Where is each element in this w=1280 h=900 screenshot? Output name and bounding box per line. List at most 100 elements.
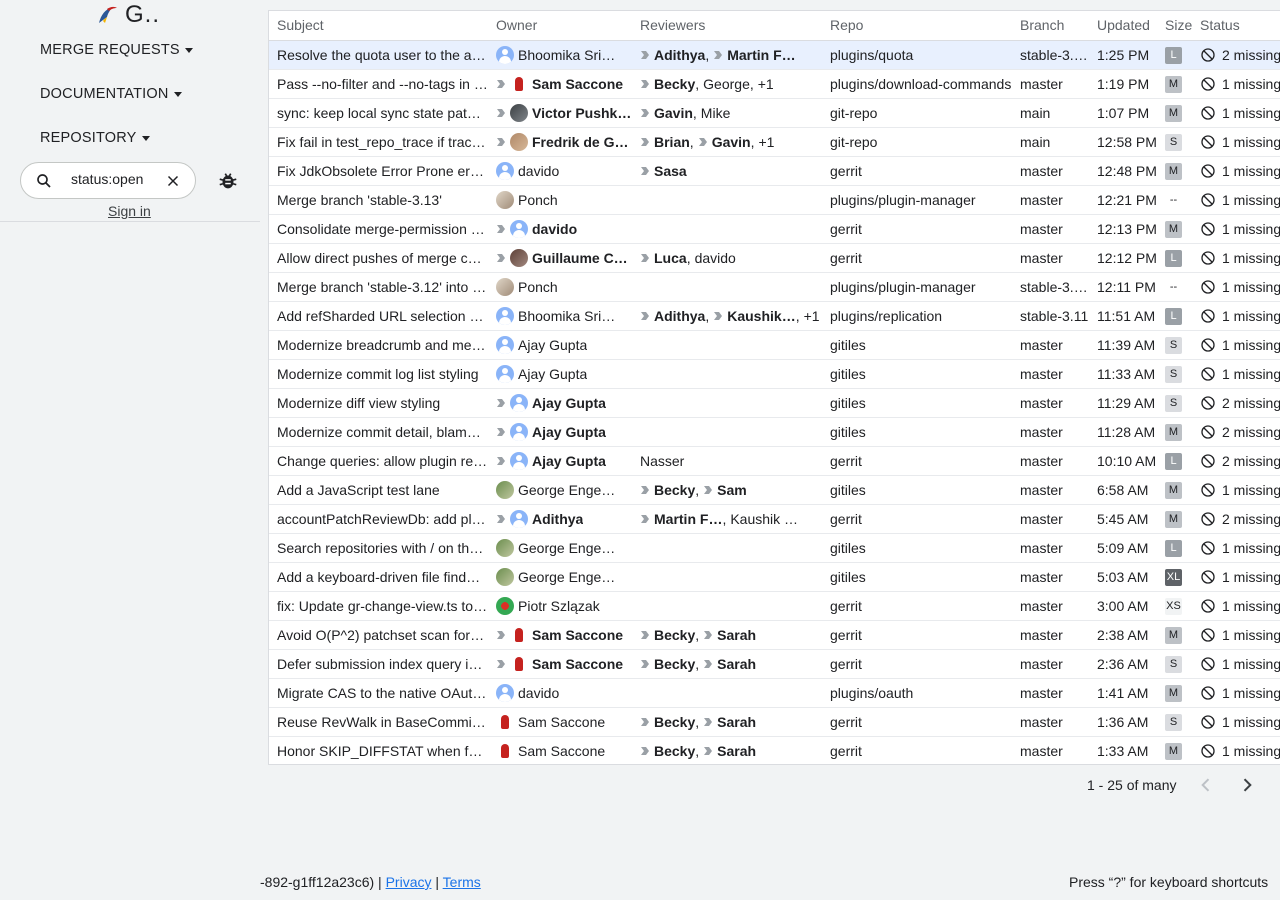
table-row[interactable]: Consolidate merge-permission … davido gerr… (269, 214, 1280, 244)
repo-cell[interactable]: gerrit (822, 446, 1012, 476)
table-row[interactable]: Merge branch 'stable-3.13' Ponch plugins/p… (269, 185, 1280, 215)
table-row[interactable]: Merge branch 'stable-3.12' into … Ponch pl… (269, 272, 1280, 302)
branch-cell[interactable]: main (1012, 98, 1089, 128)
table-row[interactable]: Add refSharded URL selection … Bhoomika S… (269, 301, 1280, 331)
reviewers-cell[interactable]: Becky, George, +1 (632, 69, 822, 99)
subject-cell[interactable]: Reuse RevWalk in BaseCommi… (269, 707, 488, 737)
branch-cell[interactable]: master (1012, 736, 1089, 764)
reviewers-cell[interactable] (632, 214, 822, 244)
repo-cell[interactable]: gerrit (822, 649, 1012, 679)
reviewers-cell[interactable] (632, 417, 822, 447)
search-input[interactable] (71, 171, 161, 187)
owner-cell[interactable]: Sam Saccone (488, 69, 632, 99)
reviewers-cell[interactable]: Nasser (632, 446, 822, 476)
owner-cell[interactable]: Fredrik de G… (488, 127, 632, 157)
branch-cell[interactable]: master (1012, 562, 1089, 592)
reviewer-name[interactable]: Sam (717, 482, 747, 498)
branch-cell[interactable]: master (1012, 330, 1089, 360)
chevron-right-icon[interactable] (1237, 775, 1257, 795)
reviewers-cell[interactable] (632, 185, 822, 215)
table-row[interactable]: Add a keyboard-driven file find… George E… (269, 562, 1280, 592)
reviewers-cell[interactable]: Gavin, Mike (632, 98, 822, 128)
reviewer-name[interactable]: Adithya (654, 47, 705, 63)
owner-cell[interactable]: George Enge… (488, 562, 632, 592)
repo-cell[interactable]: gerrit (822, 707, 1012, 737)
reviewer-name[interactable]: Becky (654, 656, 695, 672)
repo-cell[interactable]: gerrit (822, 156, 1012, 186)
subject-cell[interactable]: Allow direct pushes of merge c… (269, 243, 488, 273)
reviewers-cell[interactable]: Sasa (632, 156, 822, 186)
subject-cell[interactable]: Fix fail in test_repo_trace if trac… (269, 127, 488, 157)
reviewer-name[interactable]: Sarah (717, 743, 756, 759)
branch-cell[interactable]: master (1012, 156, 1089, 186)
repo-cell[interactable]: gerrit (822, 243, 1012, 273)
subject-cell[interactable]: Add a keyboard-driven file find… (269, 562, 488, 592)
table-row[interactable]: Modernize commit log list styling Ajay Gu… (269, 359, 1280, 389)
table-row[interactable]: sync: keep local sync state pat… Victor P… (269, 98, 1280, 128)
table-row[interactable]: accountPatchReviewDb: add pl… Adithya Mart… (269, 504, 1280, 534)
terms-link[interactable]: Terms (443, 874, 481, 890)
owner-cell[interactable]: Ponch (488, 185, 632, 215)
owner-cell[interactable]: Sam Saccone (488, 620, 632, 650)
branch-cell[interactable]: stable-3.13 (1012, 40, 1089, 70)
repo-cell[interactable]: gitiles (822, 388, 1012, 418)
brand[interactable]: G.. (95, 1, 160, 28)
subject-cell[interactable]: Fix JdkObsolete Error Prone er… (269, 156, 488, 186)
table-row[interactable]: Reuse RevWalk in BaseCommi… Sam Saccone Be… (269, 707, 1280, 737)
reviewers-cell[interactable] (632, 359, 822, 389)
branch-cell[interactable]: master (1012, 214, 1089, 244)
reviewers-cell[interactable] (632, 562, 822, 592)
branch-cell[interactable]: master (1012, 591, 1089, 621)
subject-cell[interactable]: Avoid O(P^2) patchset scan for… (269, 620, 488, 650)
branch-cell[interactable]: master (1012, 475, 1089, 505)
table-row[interactable]: Fix JdkObsolete Error Prone er… davido Sas… (269, 156, 1280, 186)
reviewer-name[interactable]: Kaushik … (730, 511, 798, 527)
owner-cell[interactable]: Victor Pushk… (488, 98, 632, 128)
repo-cell[interactable]: git-repo (822, 127, 1012, 157)
repo-cell[interactable]: plugins/replication (822, 301, 1012, 331)
reviewers-cell[interactable] (632, 678, 822, 708)
privacy-link[interactable]: Privacy (386, 874, 432, 890)
reviewer-name[interactable]: George (703, 76, 750, 92)
reviewers-cell[interactable]: Adithya, Kaushik…, +1 (632, 301, 822, 331)
repo-cell[interactable]: gerrit (822, 214, 1012, 244)
owner-cell[interactable]: davido (488, 156, 632, 186)
owner-cell[interactable]: Ajay Gupta (488, 417, 632, 447)
owner-cell[interactable]: Bhoomika Sri… (488, 301, 632, 331)
branch-cell[interactable]: main (1012, 127, 1089, 157)
repo-cell[interactable]: gitiles (822, 562, 1012, 592)
subject-cell[interactable]: Modernize commit detail, blam… (269, 417, 488, 447)
reviewer-name[interactable]: Sasa (654, 163, 687, 179)
reviewer-name[interactable]: Martin F… (727, 47, 795, 63)
owner-cell[interactable]: Guillaume C… (488, 243, 632, 273)
branch-cell[interactable]: master (1012, 417, 1089, 447)
repo-cell[interactable]: gitiles (822, 417, 1012, 447)
repo-cell[interactable]: plugins/download-commands (822, 69, 1012, 99)
subject-cell[interactable]: Merge branch 'stable-3.13' (269, 185, 488, 215)
branch-cell[interactable]: stable-3.11 (1012, 301, 1089, 331)
reviewers-cell[interactable]: Becky, Sam (632, 475, 822, 505)
owner-cell[interactable]: Ajay Gupta (488, 330, 632, 360)
reviewers-cell[interactable]: Becky, Sarah (632, 620, 822, 650)
subject-cell[interactable]: Change queries: allow plugin re… (269, 446, 488, 476)
owner-cell[interactable]: Ajay Gupta (488, 446, 632, 476)
repo-cell[interactable]: gitiles (822, 533, 1012, 563)
owner-cell[interactable]: Ponch (488, 272, 632, 302)
subject-cell[interactable]: Pass --no-filter and --no-tags in … (269, 69, 488, 99)
repo-cell[interactable]: git-repo (822, 98, 1012, 128)
repo-cell[interactable]: gerrit (822, 591, 1012, 621)
reviewer-name[interactable]: Adithya (654, 308, 705, 324)
subject-cell[interactable]: Migrate CAS to the native OAut… (269, 678, 488, 708)
subject-cell[interactable]: Defer submission index query i… (269, 649, 488, 679)
owner-cell[interactable]: Adithya (488, 504, 632, 534)
branch-cell[interactable]: master (1012, 649, 1089, 679)
subject-cell[interactable]: Consolidate merge-permission … (269, 214, 488, 244)
owner-cell[interactable]: George Enge… (488, 533, 632, 563)
reviewer-name[interactable]: Becky (654, 714, 695, 730)
branch-cell[interactable]: master (1012, 69, 1089, 99)
subject-cell[interactable]: Modernize diff view styling (269, 388, 488, 418)
owner-cell[interactable]: Bhoomika Sri… (488, 40, 632, 70)
subject-cell[interactable]: Search repositories with / on th… (269, 533, 488, 563)
table-row[interactable]: Pass --no-filter and --no-tags in … Sam S… (269, 69, 1280, 99)
branch-cell[interactable]: master (1012, 707, 1089, 737)
